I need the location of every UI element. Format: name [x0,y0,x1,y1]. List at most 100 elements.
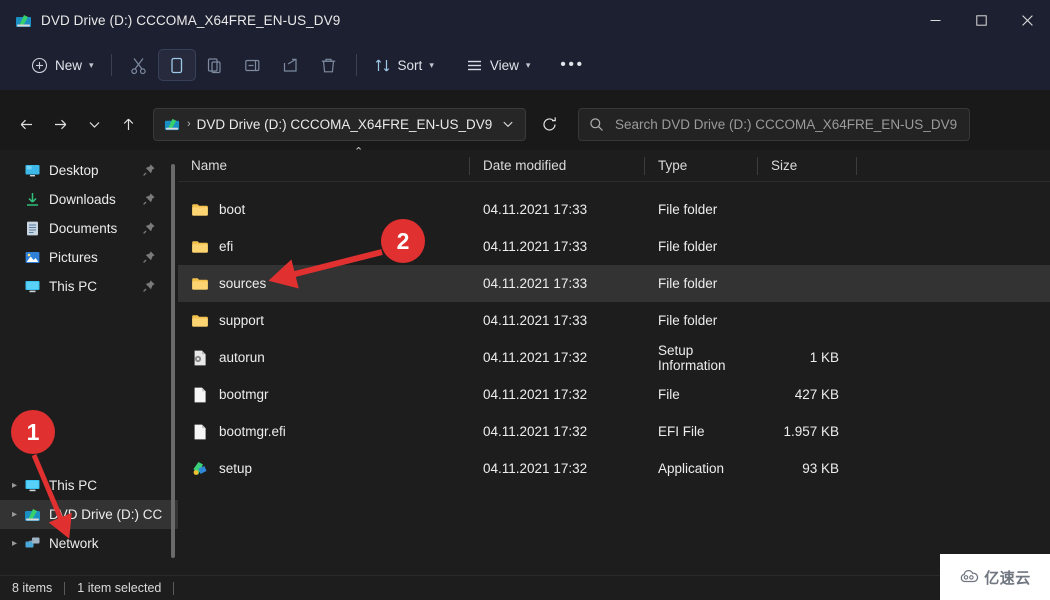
table-row[interactable]: sources 04.11.2021 17:33 File folder [178,265,1050,302]
command-toolbar: New ▾ Sort ▾ View ▾ ••• [0,40,1050,90]
navigation-pane[interactable]: Desktop Downloads Documents Pictures This PC… [0,150,178,575]
file-rows: boot 04.11.2021 17:33 File folder efi 04.11.… [178,191,1050,487]
chevron-right-icon[interactable]: ▸ [6,538,23,549]
sort-icon [375,59,389,71]
file-explorer-window: DVD Drive (D:) CCCOMA_X64FRE_EN-US_DV9 N… [0,0,1050,600]
column-header-size[interactable]: Size [758,150,857,182]
pin-icon[interactable] [142,163,156,177]
watermark-text: 亿速云 [984,569,1031,587]
network-icon [23,534,42,553]
cell-date-modified: 04.11.2021 17:33 [483,239,588,254]
delete-icon [321,58,336,72]
up-button[interactable] [111,108,145,140]
sidebar-item-label: Pictures [49,250,98,265]
downloads-icon [23,190,42,209]
dvd-drive-icon [14,11,32,29]
file-name: support [219,313,265,328]
chevron-right-icon[interactable]: ▸ [6,480,23,491]
sidebar-item-dvd-drive-d-cc[interactable]: ▸ DVD Drive (D:) CC [0,500,178,529]
watermark: 亿速云 [940,554,1050,600]
column-header-date-label: Date modified [483,158,567,173]
cell-size: 427 KB [794,387,839,402]
sort-button[interactable]: Sort ▾ [365,49,443,81]
cut-button[interactable] [120,49,158,81]
status-bar: 8 items 1 item selected [0,575,1050,600]
window-controls [912,0,1050,40]
cell-date-modified: 04.11.2021 17:32 [483,350,588,365]
file-name: setup [219,461,253,476]
rename-button[interactable] [234,49,272,81]
sidebar-item-pictures[interactable]: Pictures [0,243,178,272]
cell-size: 93 KB [802,461,839,476]
file-name: sources [219,276,267,291]
title-bar: DVD Drive (D:) CCCOMA_X64FRE_EN-US_DV9 [0,0,1050,40]
sidebar-scrollbar[interactable] [171,164,175,558]
table-row[interactable]: autorun 04.11.2021 17:32 Setup Information… [178,339,1050,376]
cell-size: 1 KB [809,350,839,365]
column-header-date-modified[interactable]: Date modified [470,150,645,182]
table-row[interactable]: efi 04.11.2021 17:33 File folder [178,228,1050,265]
more-options-button[interactable]: ••• [553,49,591,81]
toolbar-divider-1 [110,54,112,76]
new-label: New [55,57,83,73]
share-button[interactable] [272,49,310,81]
table-row[interactable]: bootmgr.efi 04.11.2021 17:32 EFI File 1.957… [178,413,1050,450]
paste-icon [207,57,221,73]
cell-name: support [178,312,470,330]
this-pc-icon [23,476,42,495]
forward-button[interactable] [43,108,77,140]
recent-locations-button[interactable] [77,108,111,140]
new-button[interactable]: New ▾ [22,49,103,81]
copy-button[interactable] [157,49,196,81]
column-header-name[interactable]: Name ⌃ [178,146,470,182]
cell-name: bootmgr [178,386,470,404]
pin-icon[interactable] [142,279,156,293]
window-title: DVD Drive (D:) CCCOMA_X64FRE_EN-US_DV9 [41,12,341,28]
refresh-button[interactable] [532,108,566,140]
cell-type: Setup Information [658,342,726,373]
pin-icon[interactable] [142,221,156,235]
pin-icon[interactable] [142,192,156,206]
sidebar-item-desktop[interactable]: Desktop [0,156,178,185]
cell-date-modified: 04.11.2021 17:33 [483,276,588,291]
sidebar-item-downloads[interactable]: Downloads [0,185,178,214]
drive-tree-list: ▸ This PC ▸ DVD Drive (D:) CC ▸ Network [0,471,178,558]
column-header-type[interactable]: Type [645,150,758,182]
delete-button[interactable] [310,49,348,81]
table-row[interactable]: setup 04.11.2021 17:32 Application 93 KB [178,450,1050,487]
file-name: bootmgr.efi [219,424,286,439]
table-row[interactable]: bootmgr 04.11.2021 17:32 File 427 KB [178,376,1050,413]
cell-type: File folder [658,276,718,291]
pin-icon[interactable] [142,250,156,264]
address-bar[interactable]: › DVD Drive (D:) CCCOMA_X64FRE_EN-US_DV9 [153,107,526,141]
minimize-button[interactable] [912,0,958,40]
file-name: efi [219,239,234,254]
pictures-icon [23,248,42,267]
annotation-badge-2: 2 [381,219,425,263]
maximize-button[interactable] [958,0,1004,40]
sidebar-item-label: Downloads [49,192,116,207]
chevron-right-icon[interactable]: ▸ [6,509,23,520]
sidebar-item-this-pc[interactable]: This PC [0,272,178,301]
sidebar-item-network[interactable]: ▸ Network [0,529,178,558]
cell-name: boot [178,201,470,219]
column-headers: Name ⌃ Date modified Type Size [178,146,1050,182]
table-row[interactable]: boot 04.11.2021 17:33 File folder [178,191,1050,228]
table-row[interactable]: support 04.11.2021 17:33 File folder [178,302,1050,339]
breadcrumb-path[interactable]: DVD Drive (D:) CCCOMA_X64FRE_EN-US_DV9 [197,117,495,132]
search-input[interactable]: Search DVD Drive (D:) CCCOMA_X64FRE_EN-U… [578,107,970,141]
column-header-type-label: Type [658,158,688,173]
chevron-down-icon: ▾ [429,59,434,70]
back-button[interactable] [9,108,43,140]
file-name: autorun [219,350,265,365]
close-button[interactable] [1004,0,1050,40]
sidebar-item-this-pc[interactable]: ▸ This PC [0,471,178,500]
paste-button[interactable] [196,49,234,81]
view-button[interactable]: View ▾ [457,49,540,81]
rename-icon [245,59,260,71]
sidebar-item-label: Desktop [49,163,99,178]
dvd-drive-icon [163,116,180,133]
sidebar-item-documents[interactable]: Documents [0,214,178,243]
address-dropdown-button[interactable] [495,110,521,138]
sidebar-item-label: This PC [49,478,98,493]
